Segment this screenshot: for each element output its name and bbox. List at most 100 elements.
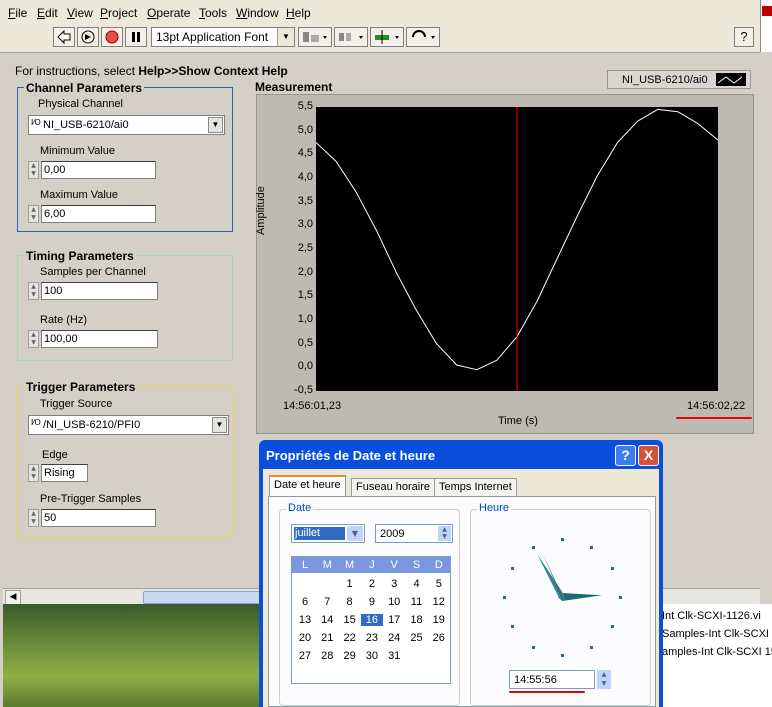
menu-tools[interactable]: Tools xyxy=(199,6,227,20)
distribute-objects-button[interactable] xyxy=(334,27,368,47)
menu-operate[interactable]: Operate xyxy=(147,6,190,20)
file-item[interactable]: Int Clk-SCXI-1126.vi xyxy=(662,610,761,622)
calendar-day[interactable]: 27 xyxy=(294,650,316,662)
abort-button[interactable] xyxy=(101,27,123,47)
chevron-down-icon[interactable]: ▼ xyxy=(212,417,227,433)
month-select[interactable]: juillet ▼ xyxy=(291,524,365,543)
calendar-day[interactable]: 10 xyxy=(383,596,405,608)
calendar-day[interactable]: 4 xyxy=(406,578,428,590)
channel-parameters-title: Channel Parameters xyxy=(24,81,145,95)
y-tick-label: 2,5 xyxy=(297,242,313,254)
context-help-button[interactable]: ? xyxy=(734,27,754,47)
spinner-icon[interactable]: ▲ ▼ xyxy=(597,670,611,689)
maximum-value-input[interactable]: 6,00 xyxy=(41,205,156,223)
calendar-day[interactable]: 12 xyxy=(428,596,450,608)
menu-file[interactable]: File xyxy=(8,6,27,20)
run-continuously-button[interactable] xyxy=(77,27,99,47)
run-arrow-button[interactable] xyxy=(53,27,75,47)
calendar-day[interactable]: 29 xyxy=(339,650,361,662)
calendar-day[interactable]: 26 xyxy=(428,632,450,644)
rate-control[interactable]: ▲ ▼ 100,00 xyxy=(28,330,158,348)
help-icon[interactable]: ? xyxy=(615,445,636,466)
menu-project[interactable]: Project xyxy=(100,6,137,20)
y-tick-label: -0,5 xyxy=(294,384,313,396)
menu-mnemonic: F xyxy=(8,6,16,20)
y-tick-label: 0,0 xyxy=(297,360,313,373)
calendar-day[interactable]: 17 xyxy=(383,614,405,626)
calendar-day[interactable]: 23 xyxy=(361,632,383,644)
calendar-grid[interactable]: L M M J V S D 1 2 3 4 5 6 7 8 9 10 11 12 13 14 15 16 17 18 19 20 21… xyxy=(291,556,451,684)
calendar-day[interactable]: 31 xyxy=(383,650,405,662)
trigger-source-select[interactable]: I⁄O /NI_USB-6210/PFI0 ▼ xyxy=(28,415,229,435)
menu-window[interactable]: Window xyxy=(236,6,279,20)
tab-date-et-heure[interactable]: Date et heure xyxy=(269,475,346,497)
calendar-day[interactable]: 8 xyxy=(339,596,361,608)
pre-trigger-samples-input[interactable]: 50 xyxy=(41,509,156,527)
calendar-day[interactable]: 11 xyxy=(406,596,428,608)
maximum-value-control[interactable]: ▲ ▼ 6,00 xyxy=(28,205,156,223)
timing-parameters-title: Timing Parameters xyxy=(24,249,136,263)
file-item[interactable]: Samples-Int Clk-SCXI 15 xyxy=(662,628,772,640)
resize-objects-button[interactable] xyxy=(370,27,404,47)
file-item[interactable]: amples-Int Clk-SCXI 15 xyxy=(662,646,772,658)
calendar-day[interactable]: 21 xyxy=(316,632,338,644)
calendar-day[interactable]: 24 xyxy=(383,632,405,644)
calendar-day[interactable]: 9 xyxy=(361,596,383,608)
calendar-day[interactable]: 1 xyxy=(339,578,361,590)
calendar-day[interactable]: 15 xyxy=(339,614,361,626)
spinner-icon[interactable]: ▲ ▼ xyxy=(438,526,451,541)
physical-channel-select[interactable]: I⁄O NI_USB-6210/ai0 ▼ xyxy=(28,115,225,135)
tab-fuseau-horaire[interactable]: Fuseau horaire xyxy=(351,478,435,496)
plot-area[interactable] xyxy=(316,107,718,391)
spinner-icon[interactable]: ▲ ▼ xyxy=(28,509,39,527)
chevron-down-icon[interactable]: ▼ xyxy=(347,526,363,541)
edge-control[interactable]: ▲ ▼ Rising xyxy=(28,464,88,482)
chevron-left-icon[interactable]: ◀ xyxy=(5,590,21,605)
pause-button[interactable] xyxy=(125,27,147,47)
menu-edit[interactable]: Edit xyxy=(37,6,58,20)
calendar-day[interactable]: 2 xyxy=(361,578,383,590)
edge-value[interactable]: Rising xyxy=(41,464,88,482)
calendar-day[interactable]: 16 xyxy=(360,614,383,626)
scrollbar-thumb[interactable] xyxy=(143,591,275,604)
calendar-day[interactable]: 5 xyxy=(428,578,450,590)
calendar-day[interactable]: 20 xyxy=(294,632,316,644)
samples-per-channel-input[interactable]: 100 xyxy=(41,282,158,300)
calendar-day[interactable]: 22 xyxy=(339,632,361,644)
close-button[interactable]: X xyxy=(638,445,659,466)
calendar-day[interactable]: 25 xyxy=(406,632,428,644)
reorder-button[interactable] xyxy=(406,27,440,47)
minimum-value-control[interactable]: ▲ ▼ 0,00 xyxy=(28,161,156,179)
tab-page: Date juillet ▼ 2009 ▲ ▼ LMMJVSD1234567891… xyxy=(268,496,656,707)
calendar-day[interactable]: 28 xyxy=(316,650,338,662)
chevron-down-icon[interactable]: ▼ xyxy=(208,117,223,133)
plot-legend[interactable]: NI_USB-6210/ai0 xyxy=(607,70,751,89)
calendar-day[interactable]: 18 xyxy=(406,614,428,626)
spinner-icon[interactable]: ▲ ▼ xyxy=(28,464,39,482)
calendar-day[interactable]: 19 xyxy=(428,614,450,626)
calendar-day[interactable]: 13 xyxy=(294,614,316,626)
calendar-day[interactable]: 30 xyxy=(361,650,383,662)
month-value: juillet xyxy=(294,527,345,540)
spinner-icon[interactable]: ▲ ▼ xyxy=(28,161,39,179)
align-objects-button[interactable] xyxy=(298,27,332,47)
minimum-value-label: Minimum Value xyxy=(40,145,115,157)
calendar-day[interactable]: 14 xyxy=(316,614,338,626)
spinner-icon[interactable]: ▲ ▼ xyxy=(28,330,39,348)
minimum-value-input[interactable]: 0,00 xyxy=(41,161,156,179)
spinner-icon[interactable]: ▲ ▼ xyxy=(28,205,39,223)
calendar-day[interactable]: 6 xyxy=(294,596,316,608)
calendar-day[interactable]: 3 xyxy=(383,578,405,590)
waveform-graph[interactable]: 5,5 5,0 4,5 4,0 3,5 3,0 2,5 2,0 1,5 1,0 0,5 0,0 -0,5… xyxy=(255,94,754,434)
rate-input[interactable]: 100,00 xyxy=(41,330,158,348)
samples-per-channel-control[interactable]: ▲ ▼ 100 xyxy=(28,282,158,300)
pre-trigger-samples-control[interactable]: ▲ ▼ 50 xyxy=(28,509,156,527)
menu-help[interactable]: Help xyxy=(286,6,311,20)
spinner-icon[interactable]: ▲ ▼ xyxy=(28,282,39,300)
menu-view[interactable]: View xyxy=(67,6,93,20)
year-stepper[interactable]: 2009 ▲ ▼ xyxy=(375,524,453,543)
tab-temps-internet[interactable]: Temps Internet xyxy=(434,478,517,496)
calendar-day[interactable]: 7 xyxy=(316,596,338,608)
time-stepper[interactable]: 14:55:56 xyxy=(509,670,595,689)
font-selector[interactable]: 13pt Application Font ▼ xyxy=(151,27,295,47)
